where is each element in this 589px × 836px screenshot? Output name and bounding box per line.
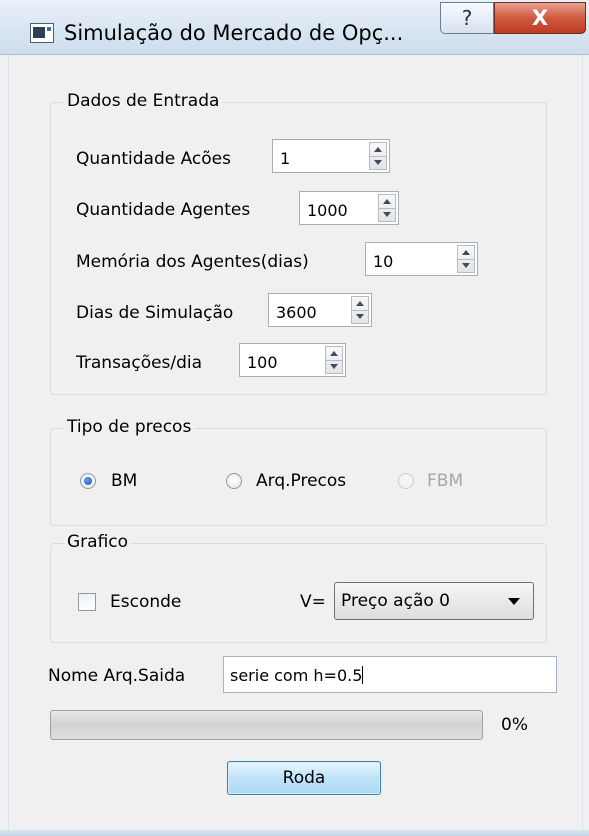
quantity-shares-label: Quantidade Acões bbox=[76, 149, 231, 169]
quantity-shares-value: 1 bbox=[280, 149, 291, 168]
title-bar[interactable]: Simulação do Mercado de Opç... ? X bbox=[0, 0, 589, 55]
price-file-radio[interactable] bbox=[226, 473, 242, 489]
text-caret bbox=[362, 666, 364, 684]
spin-down-arrow-icon[interactable] bbox=[458, 259, 474, 273]
radio-selected-dot-icon bbox=[84, 477, 92, 485]
app-window-icon bbox=[30, 23, 54, 43]
graph-variable-label: V= bbox=[300, 592, 326, 612]
quantity-shares-spinbox[interactable]: 1 bbox=[272, 139, 390, 173]
agent-memory-value: 10 bbox=[373, 252, 394, 271]
graph-variable-selected: Preço ação 0 bbox=[341, 591, 450, 611]
help-button[interactable]: ? bbox=[440, 2, 494, 34]
spin-up-arrow-icon[interactable] bbox=[326, 347, 342, 360]
price-bm-radio[interactable] bbox=[80, 473, 96, 489]
transactions-per-day-label: Transações/dia bbox=[76, 353, 203, 373]
spin-down-arrow-icon[interactable] bbox=[379, 208, 395, 222]
hide-graph-checkbox[interactable] bbox=[78, 593, 96, 611]
output-file-value: serie com h=0.5 bbox=[230, 666, 364, 685]
quantity-agents-spinbox[interactable]: 1000 bbox=[299, 191, 399, 225]
simulation-progress-bar bbox=[50, 710, 483, 740]
spin-up-arrow-icon[interactable] bbox=[370, 143, 386, 156]
spin-up-arrow-icon[interactable] bbox=[379, 195, 395, 208]
output-file-label: Nome Arq.Saida bbox=[48, 666, 186, 686]
run-button[interactable]: Roda bbox=[227, 761, 381, 795]
agent-memory-spinbox[interactable]: 10 bbox=[365, 242, 478, 276]
agent-memory-label: Memória dos Agentes(dias) bbox=[76, 252, 309, 272]
progress-percent: 0% bbox=[501, 715, 528, 735]
spin-down-arrow-icon[interactable] bbox=[370, 156, 386, 170]
transactions-per-day-value: 100 bbox=[247, 353, 278, 372]
spin-up-arrow-icon[interactable] bbox=[352, 297, 368, 310]
close-button[interactable]: X bbox=[494, 2, 586, 34]
simulation-days-spin-buttons bbox=[351, 296, 369, 324]
price-fbm-label: FBM bbox=[427, 471, 464, 491]
dialog-content: Dados de Entrada Quantidade Acões 1 Quan… bbox=[8, 55, 583, 830]
transactions-per-day-spin-buttons bbox=[325, 346, 343, 374]
price-type-group-title: Tipo de precos bbox=[64, 417, 195, 437]
quantity-agents-spin-buttons bbox=[378, 194, 396, 222]
simulation-days-label: Dias de Simulação bbox=[76, 303, 234, 323]
window-title: Simulação do Mercado de Opç... bbox=[64, 21, 404, 45]
transactions-per-day-spinbox[interactable]: 100 bbox=[239, 343, 346, 377]
hide-graph-label[interactable]: Esconde bbox=[110, 592, 181, 612]
spin-down-arrow-icon[interactable] bbox=[326, 360, 342, 374]
quantity-agents-value: 1000 bbox=[307, 201, 348, 220]
simulation-days-spinbox[interactable]: 3600 bbox=[268, 293, 372, 327]
simulation-dialog-window: Simulação do Mercado de Opç... ? X Dados… bbox=[0, 0, 589, 836]
agent-memory-spin-buttons bbox=[457, 245, 475, 273]
quantity-agents-label: Quantidade Agentes bbox=[76, 200, 251, 220]
input-data-group-title: Dados de Entrada bbox=[64, 91, 223, 111]
graph-group-title: Grafico bbox=[64, 532, 132, 552]
simulation-days-value: 3600 bbox=[276, 303, 317, 322]
spin-up-arrow-icon[interactable] bbox=[458, 246, 474, 259]
graph-variable-select[interactable]: Preço ação 0 bbox=[334, 582, 534, 620]
spin-down-arrow-icon[interactable] bbox=[352, 310, 368, 324]
quantity-shares-spin-buttons bbox=[369, 142, 387, 170]
price-bm-label[interactable]: BM bbox=[111, 471, 137, 491]
price-file-label[interactable]: Arq.Precos bbox=[256, 471, 346, 491]
price-fbm-radio bbox=[398, 473, 414, 489]
output-file-input[interactable]: serie com h=0.5 bbox=[223, 656, 557, 693]
window-bottom-border bbox=[0, 830, 589, 836]
dropdown-arrow-icon bbox=[508, 598, 520, 605]
